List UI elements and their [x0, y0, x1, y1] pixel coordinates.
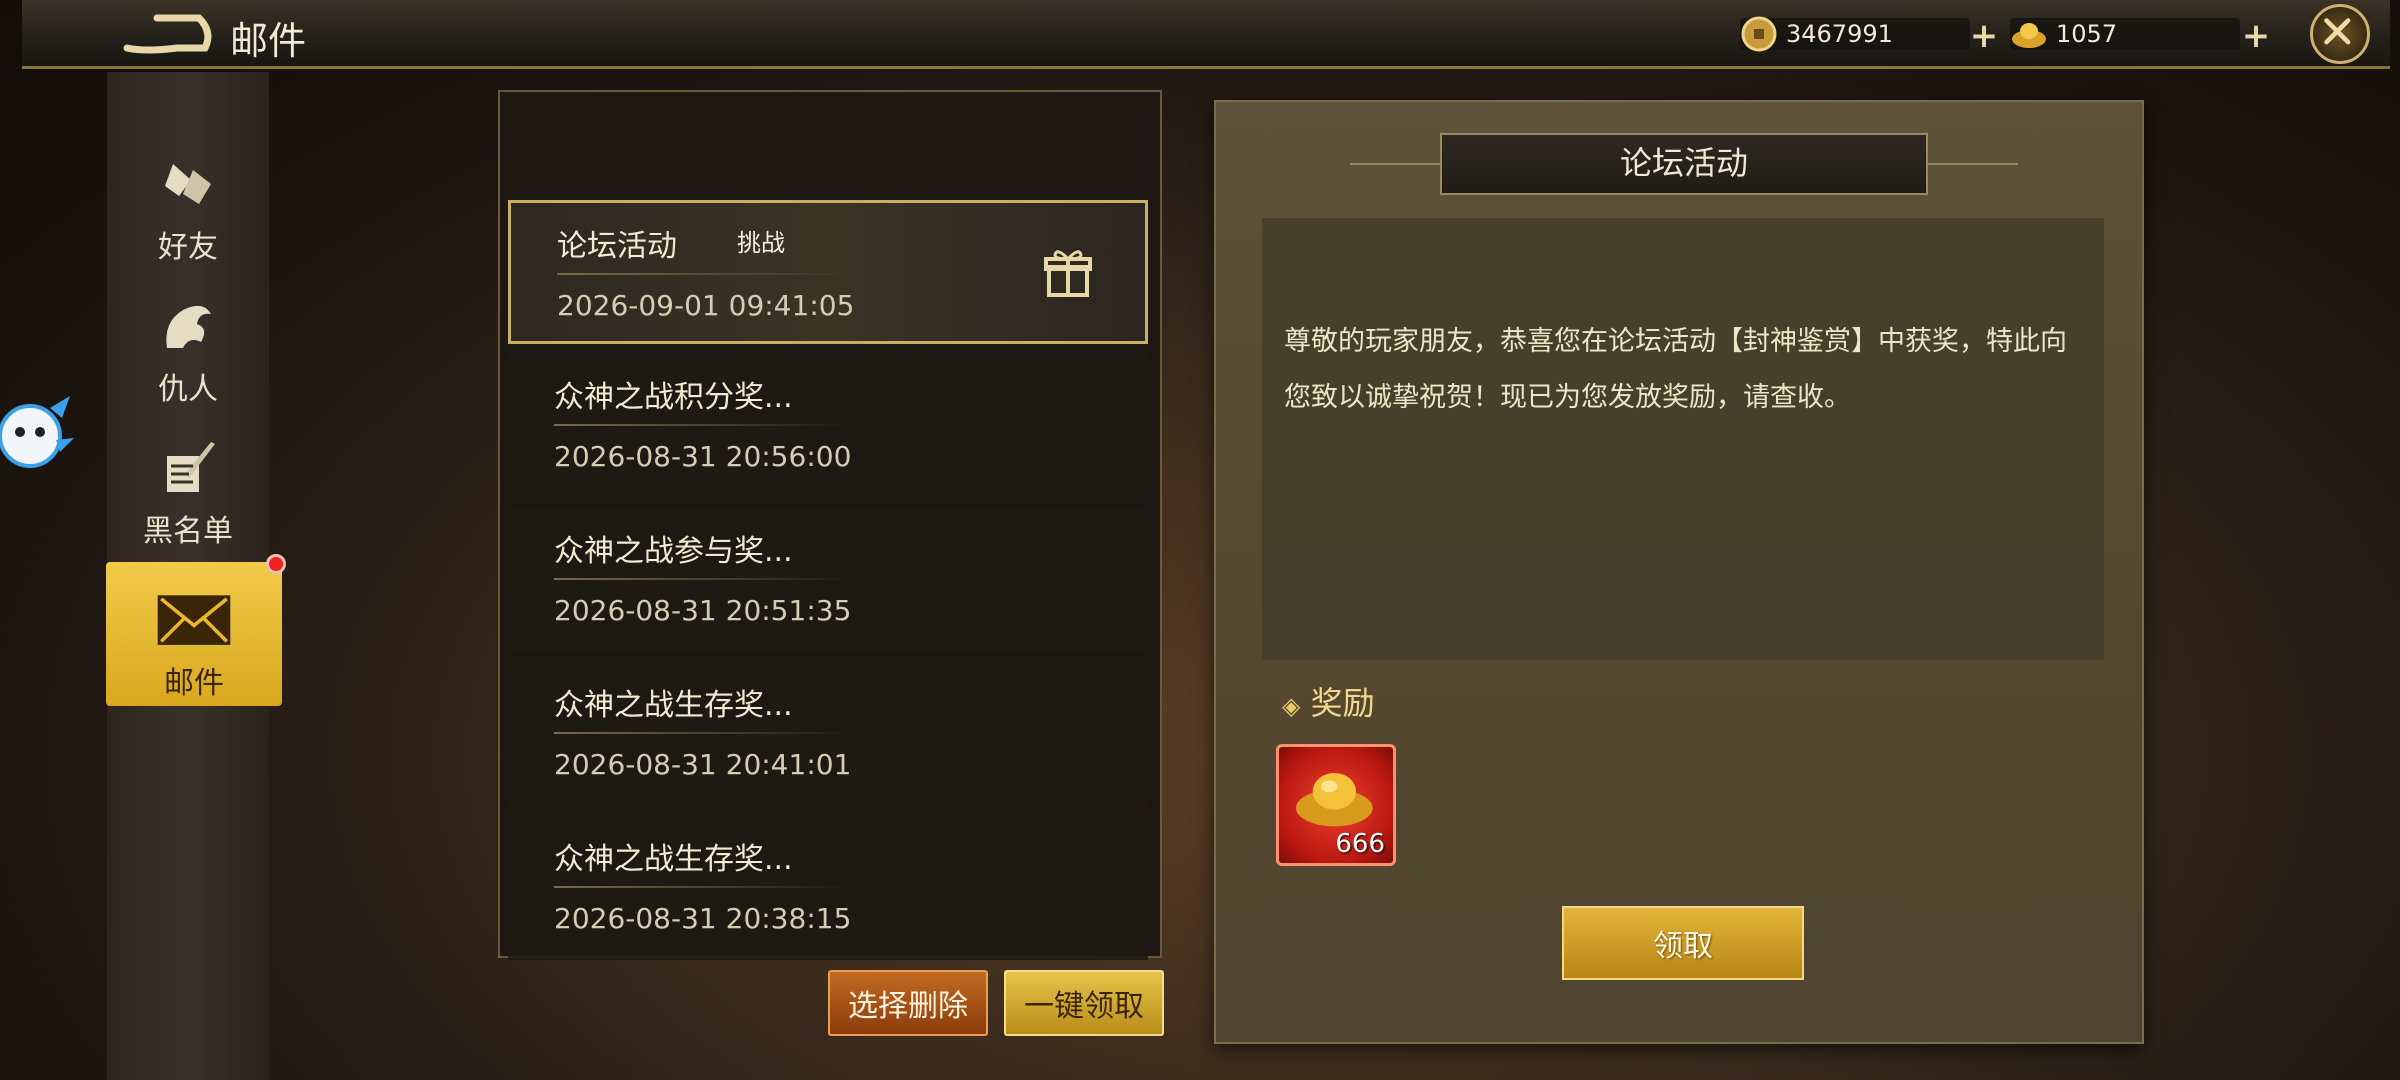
divider	[554, 886, 854, 888]
mail-body: 尊敬的玩家朋友，恭喜您在论坛活动【封神鉴赏】中获奖，特此向您致以诚挚祝贺！现已为…	[1262, 218, 2104, 660]
gift-icon	[1044, 250, 1092, 297]
dragon-icon	[166, 305, 211, 348]
friends-icon	[165, 164, 211, 204]
mail-item[interactable]: 众神之战参与奖... 2026-08-31 20:51:35	[508, 508, 1148, 652]
divider	[554, 578, 854, 580]
sidebar: 好友 仇人 黑名单 邮件	[106, 72, 282, 1080]
quill-paper-icon	[167, 442, 215, 492]
mail-item[interactable]: 论坛活动 挑战 2026-09-01 09:41:05	[508, 200, 1148, 344]
coin-count: 3467991	[1786, 20, 1893, 48]
mail-subject: 众神之战生存奖...	[554, 688, 793, 723]
coin-balance: 3467991	[1740, 14, 1970, 54]
ingot-count: 1057	[2056, 20, 2118, 48]
sidebar-item-mail[interactable]: 邮件	[106, 562, 282, 706]
mail-subject: 众神之战积分奖...	[554, 380, 793, 415]
diamond-icon: ◈	[1282, 692, 1301, 720]
divider	[554, 424, 854, 426]
mail-item[interactable]: 众神之战积分奖... 2026-08-31 20:56:00	[508, 354, 1148, 498]
mail-subject: 论坛活动	[557, 229, 677, 264]
mail-date: 2026-09-01 09:41:05	[557, 289, 855, 322]
mail-date: 2026-08-31 20:41:01	[554, 748, 852, 781]
mail-tag: 挑战	[737, 229, 785, 257]
notification-dot	[266, 554, 286, 574]
envelope-icon	[157, 595, 231, 645]
mail-subject: 众神之战生存奖...	[554, 842, 793, 877]
reward-heading: ◈ 奖励	[1282, 684, 1375, 722]
mail-body-text: 尊敬的玩家朋友，恭喜您在论坛活动【封神鉴赏】中获奖，特此向您致以诚挚祝贺！现已为…	[1284, 326, 2067, 413]
detail-title: 论坛活动	[1619, 144, 1748, 182]
sidebar-item-blacklist[interactable]: 黑名单	[107, 434, 269, 550]
sidebar-item-enemies[interactable]: 仇人	[107, 292, 269, 408]
add-coins-button[interactable]: +	[1966, 18, 2002, 54]
sidebar-item-friends[interactable]: 好友	[107, 150, 269, 266]
mail-subject: 众神之战参与奖...	[554, 534, 793, 569]
claim-all-button[interactable]: 一键领取	[1004, 970, 1164, 1036]
divider	[554, 732, 854, 734]
close-icon	[2324, 18, 2351, 45]
add-ingots-button[interactable]: +	[2238, 18, 2274, 54]
select-delete-button[interactable]: 选择删除	[828, 970, 988, 1036]
mail-date: 2026-08-31 20:56:00	[554, 440, 852, 473]
divider	[557, 273, 857, 275]
ingot-balance: 1057	[2010, 14, 2240, 54]
coin-icon	[1741, 16, 1777, 52]
reward-item[interactable]: 666	[1276, 744, 1396, 866]
gold-ingot-icon	[2012, 23, 2046, 48]
close-button[interactable]	[2310, 4, 2370, 64]
mail-item[interactable]: 众神之战生存奖... 2026-08-31 20:41:01	[508, 662, 1148, 806]
mail-item[interactable]: 众神之战生存奖... 2026-08-31 20:38:15	[508, 816, 1148, 960]
divider	[1928, 163, 2018, 165]
claim-button[interactable]: 领取	[1562, 906, 1804, 980]
page-title: 邮件	[230, 19, 307, 63]
mail-date: 2026-08-31 20:38:15	[554, 902, 852, 935]
back-icon[interactable]	[117, 8, 217, 60]
divider	[1350, 163, 1440, 165]
reward-quantity: 666	[1335, 829, 1385, 859]
mascot-icon[interactable]	[0, 388, 76, 488]
mail-date: 2026-08-31 20:51:35	[554, 594, 852, 627]
